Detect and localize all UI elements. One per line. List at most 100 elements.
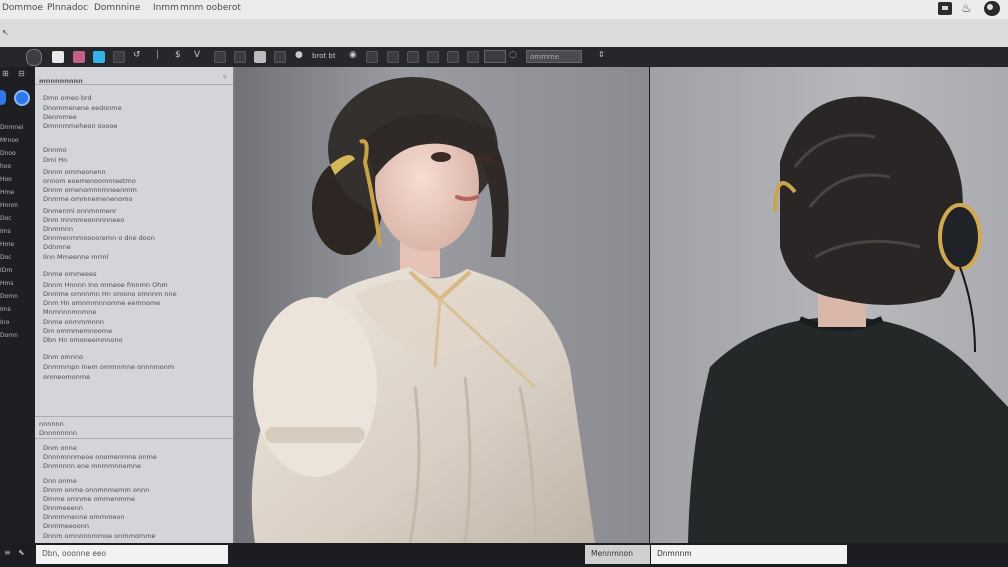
section-line: Dnm onne — [43, 444, 77, 452]
prompt-input[interactable]: Dbn, ooonne eeo — [36, 545, 228, 564]
rail-label[interactable]: Hoo — [0, 176, 30, 184]
circle-icon[interactable]: ● — [295, 50, 303, 60]
rail-label[interactable]: Hms — [0, 280, 30, 288]
menu-item-view[interactable]: mnm ooberot — [180, 3, 241, 13]
target-icon[interactable]: ◉ — [349, 50, 357, 60]
rail-label[interactable]: Dnmnei — [0, 124, 30, 132]
color-picker-icon[interactable] — [14, 90, 30, 106]
rail-label[interactable]: Hme — [0, 241, 30, 249]
panel-line: Dnmenmi onnmnmenr — [43, 207, 117, 215]
panel-line: Ddnmne — [43, 243, 71, 251]
options-bar: ↖ — [0, 19, 1008, 48]
rail-label[interactable]: Ims — [0, 228, 30, 236]
toolbar-text-1[interactable]: brot bt — [312, 52, 336, 60]
panel-line: Dnommenene eedonme — [43, 104, 122, 112]
section-line: Dnmmeeoonn — [43, 522, 89, 530]
section-header: nnnnnn — [39, 420, 64, 428]
sleeve-left-shape — [253, 297, 377, 477]
rail-label[interactable]: Mrnoo — [0, 137, 30, 145]
arrow-icon[interactable]: ⬉ — [18, 548, 25, 557]
move-tool-icon[interactable]: ⊞ — [2, 69, 9, 78]
flame-icon[interactable]: ♨ — [961, 1, 972, 15]
canvas-left-artwork — [251, 77, 595, 543]
rail-label[interactable]: Ims — [0, 306, 30, 314]
page-icon[interactable] — [254, 51, 266, 63]
brush-icon[interactable] — [427, 51, 439, 63]
eye-left-shape — [477, 154, 493, 164]
copy-icon[interactable] — [467, 51, 479, 63]
reset-icon[interactable]: ◌ — [509, 50, 517, 60]
separator-icon: | — [156, 50, 160, 60]
panel-line: Dnnm Hnnnn Ino mmeoe fmnmn Ohm — [43, 281, 168, 289]
select-tool-icon[interactable]: ⊟ — [18, 69, 25, 78]
rail-label[interactable]: Domn — [0, 293, 30, 301]
panel-line: Dnnm ommeonenn — [43, 168, 106, 176]
rail-label[interactable]: Hnnm — [0, 202, 30, 210]
tool-rail: ⊞ ⊟ Dnmnei Mrnoo Dnoo hoo Hoo Hme Hnnm D… — [0, 67, 35, 543]
panel-line: onnom eoemenoomnreetmo — [43, 177, 136, 185]
window-icon[interactable] — [938, 2, 952, 15]
section-line: Dnmnnnn ene mnmmnnemne — [43, 462, 141, 470]
frame-icon[interactable] — [214, 51, 226, 63]
menu-item-edit[interactable]: Plnnadoc — [47, 3, 88, 13]
pointer-icon[interactable]: ↖ — [2, 28, 9, 37]
expand-icon[interactable]: ⇕ — [598, 50, 605, 59]
rail-label[interactable]: Doc — [0, 215, 30, 223]
rail-label[interactable]: Hme — [0, 189, 30, 197]
rail-label[interactable]: Ino — [0, 319, 30, 327]
panel-line: Dnm omnno — [43, 353, 84, 361]
section-line: Dnn onme — [43, 477, 77, 485]
rotate-icon[interactable]: ↺ — [133, 50, 141, 60]
layout-icon[interactable] — [274, 51, 286, 63]
canvas-right[interactable] — [650, 67, 1008, 543]
shield-icon[interactable] — [26, 49, 42, 66]
hair-bob-shape — [780, 96, 964, 306]
section-line: Dmme omnme ommenmme — [43, 495, 135, 503]
panel-line: Dnnmo — [43, 146, 67, 154]
link-icon[interactable] — [387, 51, 399, 63]
grid-icon[interactable] — [113, 51, 125, 63]
dollar-icon[interactable]: $ — [175, 50, 181, 60]
rail-label[interactable]: Domn — [0, 332, 30, 340]
vector-icon[interactable]: V — [194, 50, 200, 60]
canvas-right-artwork — [688, 96, 1008, 543]
window-icon-glyph — [942, 6, 948, 10]
section-line: Dnnmeeenn — [43, 504, 83, 512]
panel-collapse-icon[interactable]: ▿ — [223, 73, 227, 81]
mode-dropdown[interactable]: ommme — [526, 50, 582, 63]
rail-label[interactable]: Dnoo — [0, 150, 30, 158]
rail-label[interactable]: Doc — [0, 254, 30, 262]
rail-label[interactable]: IDm — [0, 267, 30, 275]
eye-icon[interactable] — [447, 51, 459, 63]
menu-item-image[interactable]: Domnnine — [94, 3, 140, 13]
active-tool-icon[interactable] — [0, 90, 6, 105]
canvas-left[interactable] — [235, 67, 649, 543]
section-title: Dnnnnnnnn — [39, 429, 77, 437]
rail-label[interactable]: hoo — [0, 163, 30, 171]
toolbar: ↺ | $ V ● brot bt ◉ ◌ ommme ⇕ — [0, 47, 1008, 68]
menu-item-file[interactable]: Dommoe — [2, 3, 43, 13]
crop-icon[interactable] — [234, 51, 246, 63]
hair-side-shape — [480, 132, 509, 257]
table-icon[interactable] — [366, 51, 378, 63]
panel-line: onmeomonme — [43, 373, 91, 381]
panel-content: Dmn omeo brd Dnommenene eedonme Denmmee … — [35, 85, 233, 415]
panel-line: Iinn Mmeenne mrml — [43, 253, 109, 261]
zoom-field[interactable] — [484, 50, 506, 63]
section-line: Dnnnmnnmeoe onomenmne onme — [43, 453, 157, 461]
panel-line: Dbn Hn omoneemnnono — [43, 336, 123, 344]
document-icon[interactable] — [52, 51, 64, 63]
status-field[interactable]: Dnmnnm — [651, 545, 847, 564]
menu-item-layer[interactable]: Inmm — [153, 3, 179, 13]
layers-icon[interactable]: ≡ — [4, 548, 11, 557]
panel-line: Dm ommmemnoome — [43, 327, 113, 335]
chat-icon[interactable] — [407, 51, 419, 63]
panel-line: Mnmnnnmnmne — [43, 308, 97, 316]
sleeve-cuff-shape — [265, 427, 365, 443]
color-swatch-icon[interactable] — [73, 51, 85, 63]
eye-right-shape — [431, 152, 451, 162]
user-avatar-icon[interactable] — [984, 1, 1000, 16]
panel-line: Dnmmnn — [43, 225, 74, 233]
layer-icon[interactable] — [93, 51, 105, 63]
menu-bar: Dommoe Plnnadoc Domnnine Inmm mnm oobero… — [0, 0, 1008, 19]
